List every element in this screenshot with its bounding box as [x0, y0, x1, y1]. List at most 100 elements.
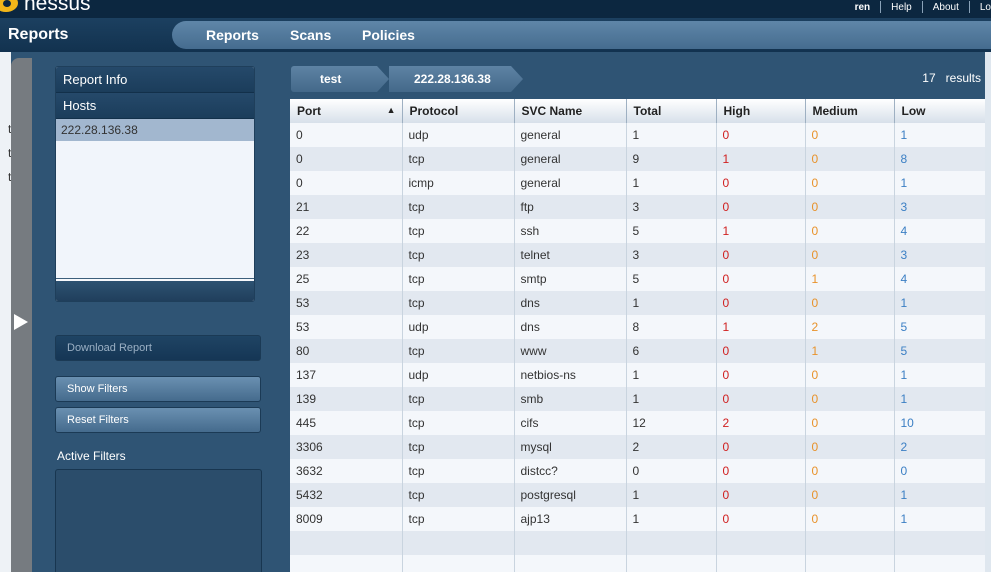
empty-table-row [290, 555, 985, 572]
total-cell: 1 [626, 507, 717, 531]
table-row[interactable]: 3632 tcp distcc? 0 0 0 0 [290, 459, 985, 483]
total-cell: 8 [626, 315, 717, 339]
protocol-cell: udp [402, 123, 515, 147]
download-report-button[interactable]: Download Report [55, 335, 261, 361]
column-header-protocol[interactable]: Protocol [402, 99, 515, 123]
port-cell: 21 [290, 195, 403, 219]
port-cell: 80 [290, 339, 403, 363]
results-table-container[interactable]: Port ▲ Protocol SVC Name Total High Medium Low … [290, 99, 985, 572]
empty-cell [290, 531, 403, 555]
low-cell: 2 [894, 435, 985, 459]
nav-reports[interactable]: Reports [206, 27, 259, 43]
medium-cell: 0 [805, 435, 895, 459]
protocol-cell: icmp [402, 171, 515, 195]
table-row[interactable]: 21 tcp ftp 3 0 0 3 [290, 195, 985, 219]
table-row[interactable]: 22 tcp ssh 5 1 0 4 [290, 219, 985, 243]
svc-name-cell: cifs [514, 411, 627, 435]
column-header-port[interactable]: Port ▲ [290, 99, 403, 123]
page-title: Reports [8, 26, 69, 43]
column-header-label: Medium [812, 104, 858, 118]
total-cell: 12 [626, 411, 717, 435]
high-cell: 0 [716, 171, 806, 195]
high-cell: 0 [716, 435, 806, 459]
medium-cell: 0 [805, 171, 895, 195]
total-cell: 1 [626, 171, 717, 195]
table-row[interactable]: 3306 tcp mysql 2 0 0 2 [290, 435, 985, 459]
column-header-label: High [723, 104, 751, 118]
host-item[interactable]: 222.28.136.38 [56, 119, 254, 141]
port-cell: 53 [290, 315, 403, 339]
column-header-low[interactable]: Low [894, 99, 985, 123]
empty-cell [626, 555, 717, 572]
column-header-total[interactable]: Total [626, 99, 717, 123]
table-row[interactable]: 0 udp general 1 0 0 1 [290, 123, 985, 147]
reset-filters-button[interactable]: Reset Filters [55, 407, 261, 433]
protocol-cell: tcp [402, 339, 515, 363]
low-cell: 4 [894, 267, 985, 291]
protocol-cell: tcp [402, 387, 515, 411]
port-cell: 22 [290, 219, 403, 243]
logo-text: nessus [24, 0, 91, 15]
help-link[interactable]: Help [881, 2, 922, 13]
right-edge [985, 52, 991, 572]
total-cell: 5 [626, 219, 717, 243]
low-cell: 1 [894, 483, 985, 507]
active-filters-box [55, 469, 262, 572]
port-cell: 0 [290, 171, 403, 195]
table-row[interactable]: 53 tcp dns 1 0 0 1 [290, 291, 985, 315]
svc-name-cell: ssh [514, 219, 627, 243]
about-link[interactable]: About [923, 2, 969, 13]
total-cell: 3 [626, 243, 717, 267]
host-list: 222.28.136.38 [56, 119, 254, 279]
nessus-eye-icon [0, 0, 20, 14]
panel-footer [56, 281, 254, 301]
sort-asc-icon[interactable]: ▲ [387, 105, 396, 115]
table-row[interactable]: 23 tcp telnet 3 0 0 3 [290, 243, 985, 267]
column-header-svc-name[interactable]: SVC Name [514, 99, 627, 123]
table-row[interactable]: 139 tcp smb 1 0 0 1 [290, 387, 985, 411]
svc-name-cell: ajp13 [514, 507, 627, 531]
port-cell: 5432 [290, 483, 403, 507]
table-row[interactable]: 0 icmp general 1 0 0 1 [290, 171, 985, 195]
table-row[interactable]: 0 tcp general 9 1 0 8 [290, 147, 985, 171]
title-bar: Reports Reports Scans Policies [0, 18, 991, 52]
high-cell: 1 [716, 219, 806, 243]
protocol-cell: tcp [402, 291, 515, 315]
high-cell: 0 [716, 363, 806, 387]
nav-policies[interactable]: Policies [362, 27, 415, 43]
breadcrumb-report[interactable]: test [291, 66, 389, 92]
nav-scans[interactable]: Scans [290, 27, 331, 43]
medium-cell: 0 [805, 387, 895, 411]
table-row[interactable]: 25 tcp smtp 5 0 1 4 [290, 267, 985, 291]
table-row[interactable]: 5432 tcp postgresql 1 0 0 1 [290, 483, 985, 507]
expand-arrow-icon[interactable] [14, 314, 28, 330]
medium-cell: 0 [805, 483, 895, 507]
medium-cell: 0 [805, 411, 895, 435]
column-header-label: Port [297, 104, 321, 118]
logout-link[interactable]: Lo [970, 2, 991, 13]
tab-report-info[interactable]: Report Info [56, 67, 254, 93]
high-cell: 0 [716, 483, 806, 507]
port-cell: 3632 [290, 459, 403, 483]
table-row[interactable]: 80 tcp www 6 0 1 5 [290, 339, 985, 363]
empty-cell [805, 555, 895, 572]
table-row[interactable]: 445 tcp cifs 12 2 0 10 [290, 411, 985, 435]
low-cell: 1 [894, 291, 985, 315]
table-row[interactable]: 137 udp netbios-ns 1 0 0 1 [290, 363, 985, 387]
user-name[interactable]: ren [845, 2, 881, 13]
table-row[interactable]: 53 udp dns 8 1 2 5 [290, 315, 985, 339]
column-header-medium[interactable]: Medium [805, 99, 895, 123]
tab-hosts[interactable]: Hosts [56, 93, 254, 119]
report-side-panel: Report Info Hosts 222.28.136.38 [55, 66, 255, 302]
show-filters-button[interactable]: Show Filters [55, 376, 261, 402]
table-row[interactable]: 8009 tcp ajp13 1 0 0 1 [290, 507, 985, 531]
breadcrumb-host[interactable]: 222.28.136.38 [389, 66, 523, 92]
medium-cell: 0 [805, 507, 895, 531]
column-header-high[interactable]: High [716, 99, 806, 123]
protocol-cell: tcp [402, 411, 515, 435]
medium-cell: 0 [805, 123, 895, 147]
low-cell: 8 [894, 147, 985, 171]
low-cell: 1 [894, 507, 985, 531]
total-cell: 2 [626, 435, 717, 459]
medium-cell: 0 [805, 459, 895, 483]
